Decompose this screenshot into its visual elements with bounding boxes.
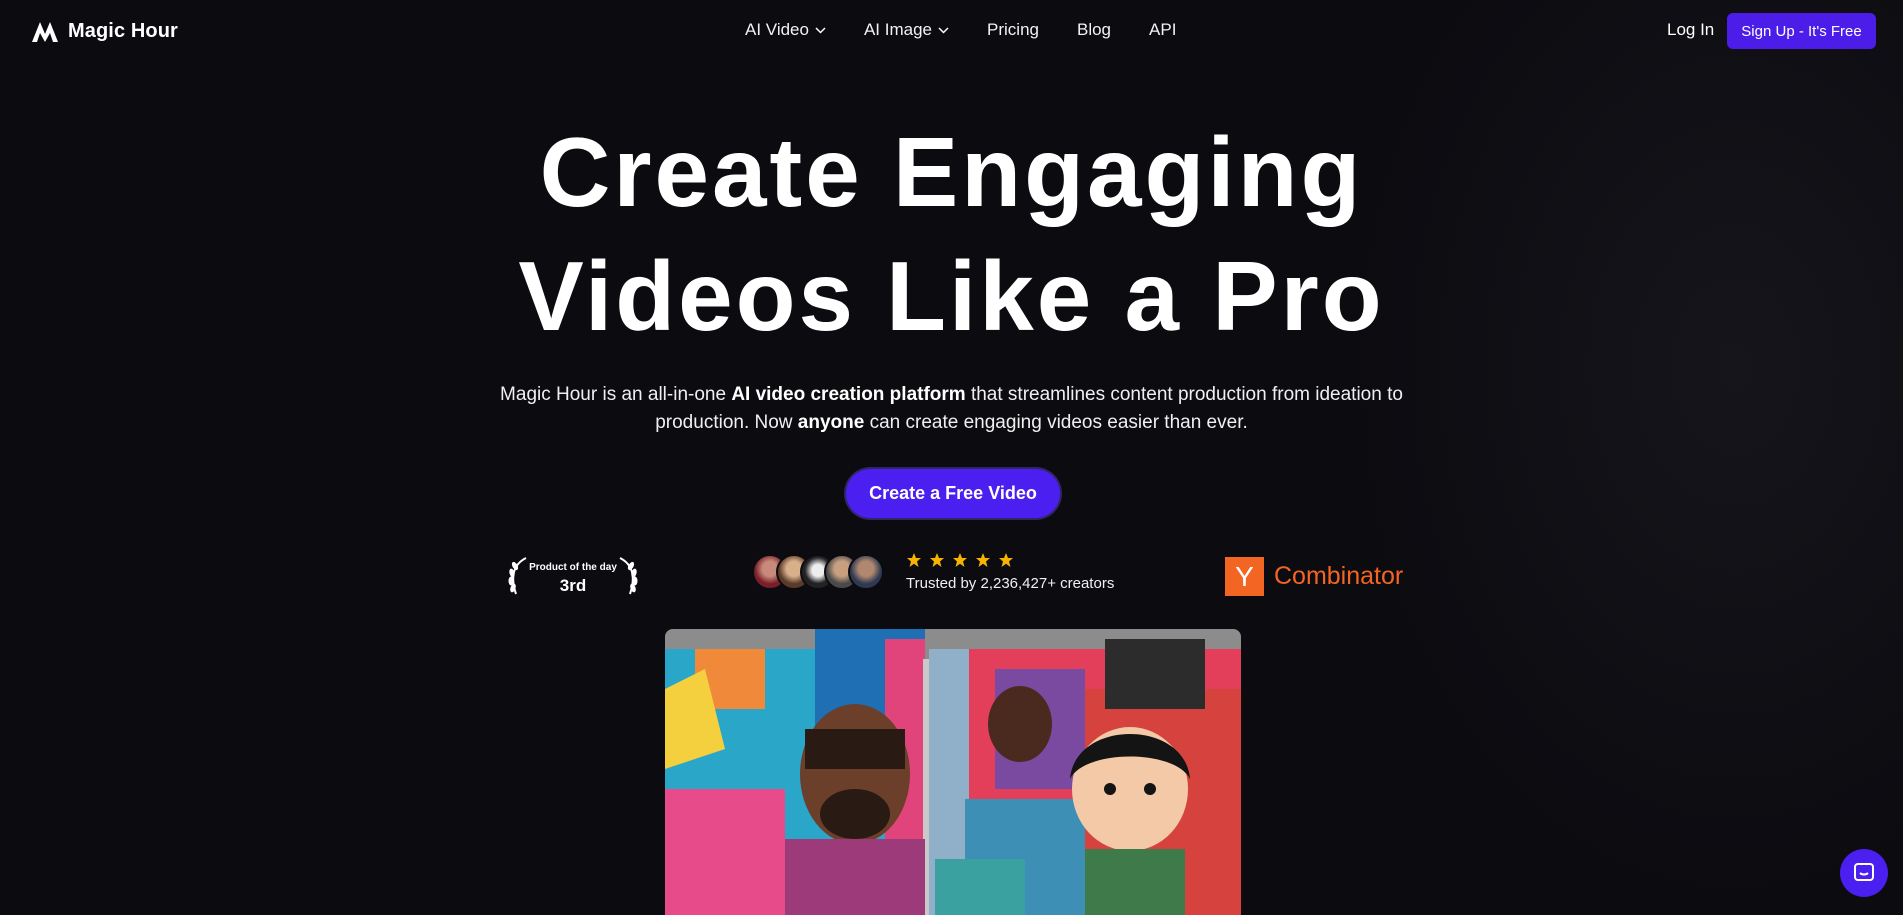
brand-name: Magic Hour bbox=[68, 19, 178, 42]
create-free-video-button[interactable]: Create a Free Video bbox=[846, 469, 1060, 518]
hero-title: Create Engaging Videos Like a Pro bbox=[0, 110, 1903, 358]
avatar bbox=[848, 554, 884, 590]
video-artwork bbox=[665, 629, 1241, 915]
hero-video-preview[interactable] bbox=[665, 629, 1241, 915]
subtitle-text: Magic Hour is an all-in-one bbox=[500, 384, 732, 405]
star-icon bbox=[930, 553, 944, 567]
hero-title-line-2: Videos Like a Pro bbox=[518, 241, 1385, 351]
chevron-down-icon bbox=[938, 26, 949, 34]
nav-item-ai-video[interactable]: AI Video bbox=[745, 20, 826, 40]
chat-icon bbox=[1854, 863, 1874, 881]
signup-button[interactable]: Sign Up - It's Free bbox=[1727, 13, 1876, 49]
yc-text: Combinator bbox=[1274, 562, 1404, 590]
top-navigation: Magic Hour AI Video AI Image Pricing Blo… bbox=[0, 0, 1903, 62]
trusted-by-text: Trusted by 2,236,427+ creators bbox=[906, 575, 1115, 592]
hero-title-line-1: Create Engaging bbox=[539, 117, 1364, 227]
star-icon bbox=[953, 553, 967, 567]
creator-avatars bbox=[752, 554, 886, 592]
star-icon bbox=[976, 553, 990, 567]
chat-button[interactable] bbox=[1840, 849, 1888, 897]
nav-links: AI Video AI Image Pricing Blog API bbox=[745, 20, 1176, 40]
y-combinator-logo[interactable]: Y Combinator bbox=[1225, 557, 1403, 596]
chevron-down-icon bbox=[815, 26, 826, 34]
nav-item-label: AI Video bbox=[745, 20, 809, 39]
nav-item-label: Blog bbox=[1076, 20, 1112, 39]
subtitle-text: can create engaging videos easier than e… bbox=[864, 412, 1248, 433]
rating-stars bbox=[906, 552, 1014, 568]
nav-item-label: AI Image bbox=[863, 20, 933, 39]
yc-letter-box: Y bbox=[1225, 557, 1264, 596]
subtitle-bold: anyone bbox=[797, 412, 865, 433]
nav-item-ai-image[interactable]: AI Image bbox=[864, 20, 949, 40]
product-of-the-day-badge[interactable]: Product of the day 3rd bbox=[506, 554, 640, 598]
nav-item-label: Pricing bbox=[987, 20, 1039, 39]
subtitle-bold: AI video creation platform bbox=[731, 384, 966, 405]
nav-item-blog[interactable]: Blog bbox=[1077, 20, 1111, 40]
star-icon bbox=[999, 553, 1013, 567]
laurel-icon bbox=[619, 557, 638, 595]
nav-item-pricing[interactable]: Pricing bbox=[987, 20, 1039, 40]
brand[interactable]: Magic Hour bbox=[30, 18, 178, 44]
nav-item-api[interactable]: API bbox=[1149, 20, 1176, 40]
magic-hour-logo-icon bbox=[32, 22, 58, 42]
hero-subtitle: Magic Hour is an all-in-one AI video cre… bbox=[500, 381, 1403, 437]
nav-item-label: API bbox=[1149, 20, 1177, 39]
star-icon bbox=[907, 553, 921, 567]
login-link[interactable]: Log In bbox=[1667, 20, 1714, 40]
